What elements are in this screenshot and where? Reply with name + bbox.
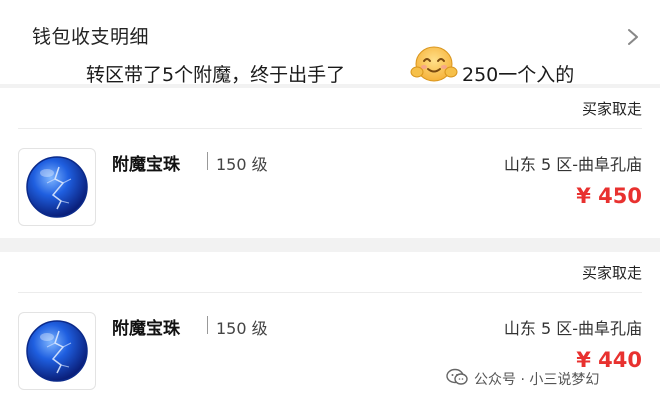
item-name: 附魔宝珠 [112,155,180,175]
divider [18,292,642,293]
blue-orb-icon [26,156,88,218]
item-level: 150 级 [216,319,268,338]
caption-text-before: 转区带了5个附魔，终于出手了 [86,64,346,86]
smiling-face-icon [410,46,458,82]
server-name: 山东 5 区-曲阜孔庙 [503,319,642,338]
order-status: 买家取走 [581,264,642,282]
server-name: 山东 5 区-曲阜孔庙 [503,155,642,174]
page-title: 钱包收支明细 [32,26,150,48]
order-card[interactable]: 买家取走 附魔宝珠 150 级 山东 5 区-曲阜孔庙 ¥ 450 [0,88,660,238]
item-name: 附魔宝珠 [112,319,180,339]
item-price: ¥ 450 [576,184,642,208]
item-thumbnail[interactable] [18,312,96,390]
chevron-right-icon[interactable] [622,26,644,48]
order-status: 买家取走 [581,100,642,118]
divider [18,128,642,129]
wechat-icon [446,368,468,385]
separator [207,316,208,334]
item-thumbnail[interactable] [18,148,96,226]
overlay-caption: 转区带了5个附魔，终于出手了 250一个入的 [0,58,660,88]
caption-text-after: 250一个入的 [462,64,575,86]
watermark: 公众号 · 小三说梦幻 [446,366,656,390]
watermark-text: 公众号 · 小三说梦幻 [474,372,600,388]
item-level: 150 级 [216,155,268,174]
separator [207,152,208,170]
blue-orb-icon [26,320,88,382]
